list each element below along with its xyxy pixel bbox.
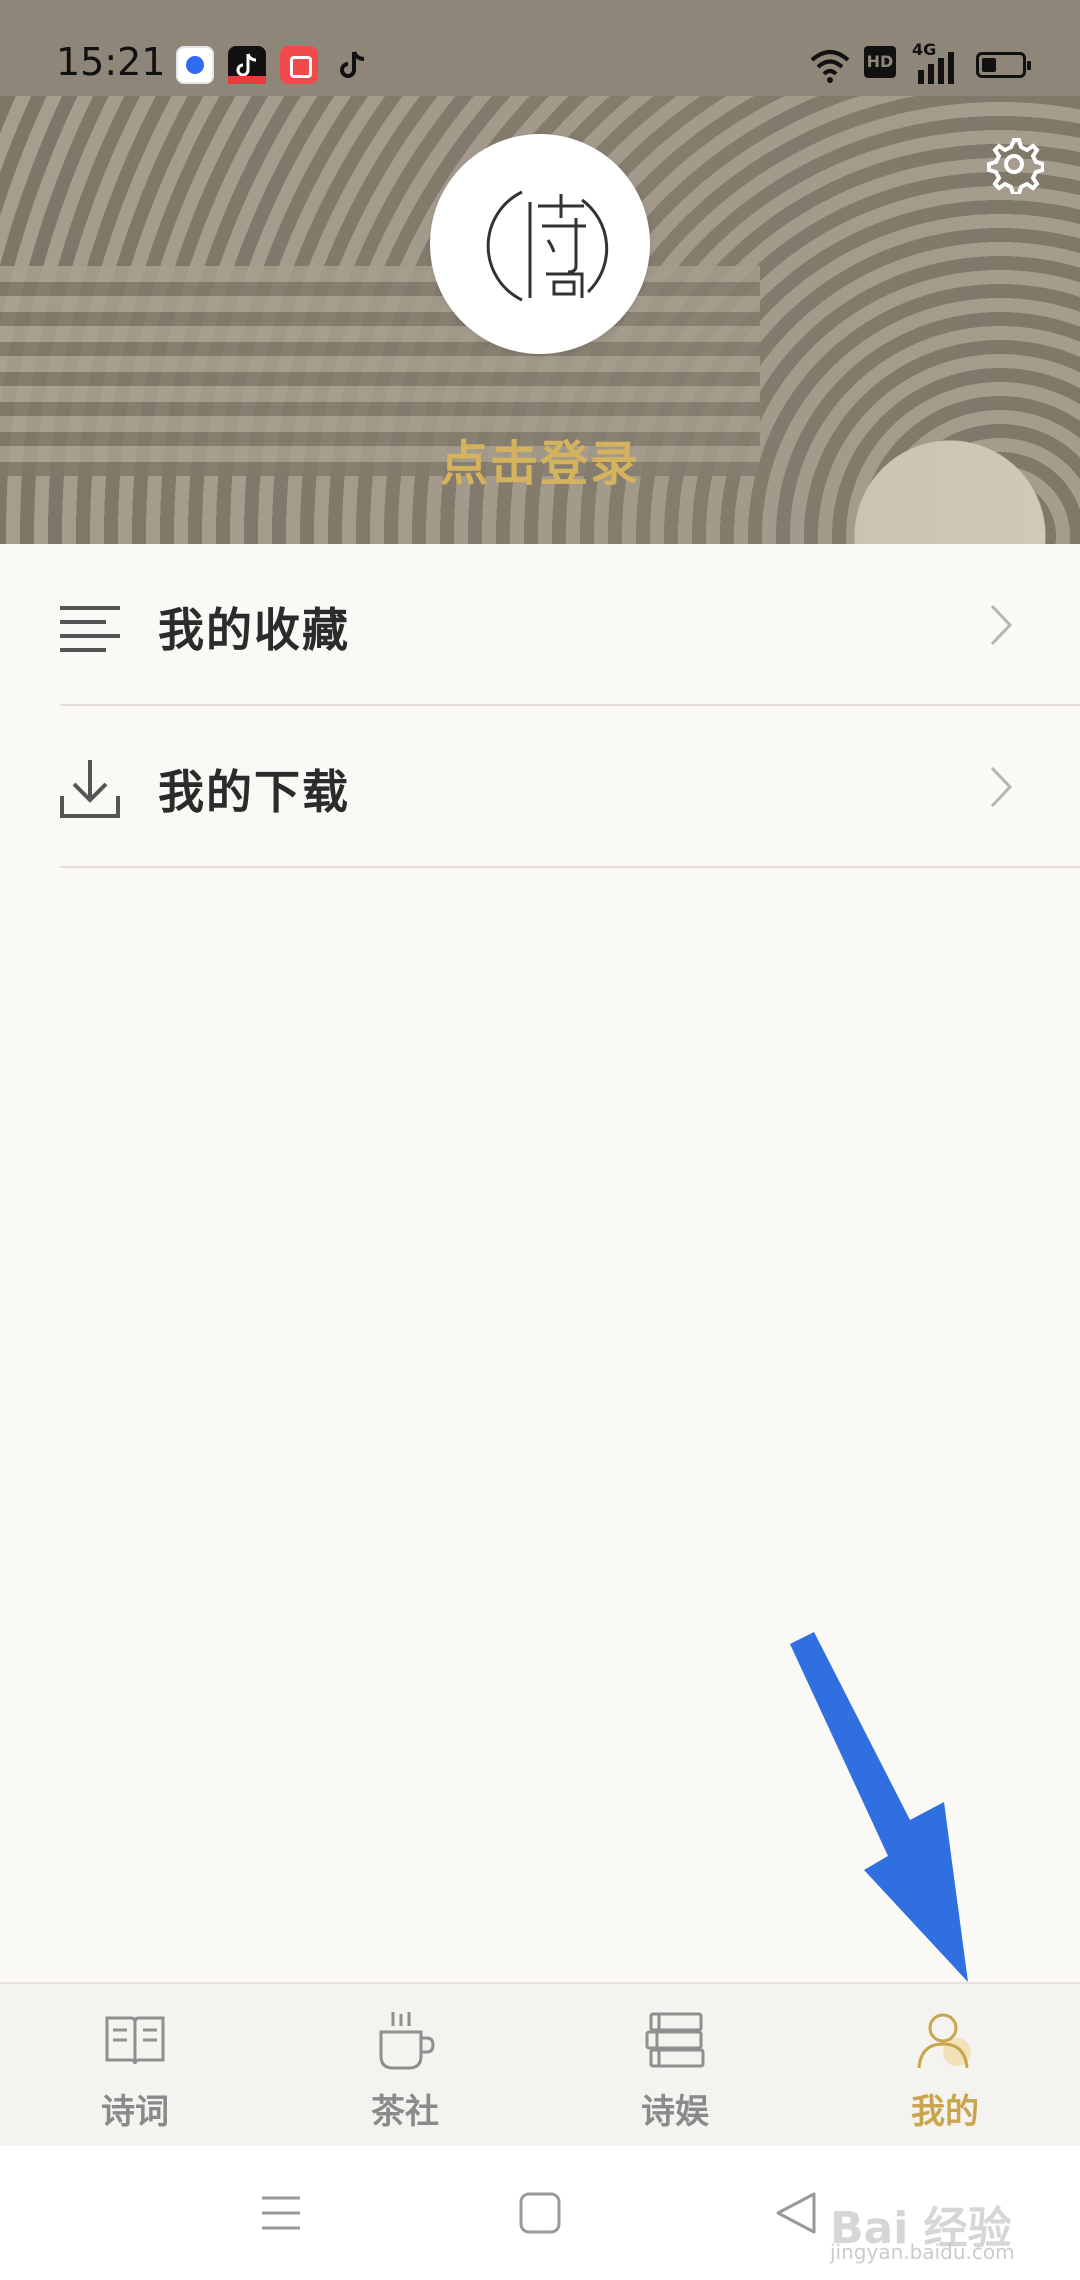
watermark-url: jingyan.baidu.com xyxy=(830,2240,1015,2264)
person-icon xyxy=(917,2013,971,2069)
wifi-icon xyxy=(810,50,850,83)
tab-poetry-fun[interactable]: 诗娱 xyxy=(540,1984,810,2148)
chevron-right-icon xyxy=(990,604,1013,646)
books-stack-icon xyxy=(645,2012,705,2068)
status-bar: 15:21 HD 4G xyxy=(0,0,1080,96)
shi-ci-logo-icon xyxy=(486,190,609,302)
list-icon xyxy=(60,606,120,652)
gear-icon[interactable] xyxy=(984,134,1045,196)
kuaishou-icon xyxy=(280,46,318,84)
tea-cup-icon xyxy=(379,2012,435,2070)
annotation-arrow xyxy=(790,1632,968,1982)
downloads-item[interactable]: 我的下载 xyxy=(0,706,1080,868)
tab-poetry-fun-label: 诗娱 xyxy=(641,2092,709,2132)
tab-tea-house-label: 茶社 xyxy=(371,2092,439,2132)
tab-tea-house[interactable]: 茶社 xyxy=(270,1984,540,2148)
tab-poetry[interactable]: 诗词 xyxy=(0,1984,270,2148)
battery-icon xyxy=(976,52,1031,78)
favorites-item[interactable]: 我的收藏 xyxy=(0,544,1080,706)
tab-poetry-label: 诗词 xyxy=(101,2092,169,2132)
tiktok-icon xyxy=(334,46,372,84)
avatar[interactable] xyxy=(430,134,650,354)
download-icon xyxy=(60,760,120,818)
downloads-label: 我的下载 xyxy=(158,765,350,819)
login-button[interactable]: 点击登录 xyxy=(0,424,1080,494)
book-icon xyxy=(105,2016,165,2065)
status-time: 15:21 xyxy=(56,40,166,84)
back-icon[interactable] xyxy=(770,2186,824,2240)
hd-icon: HD xyxy=(864,46,896,78)
bottom-tab-bar: 诗词 茶社 诗娱 我的 xyxy=(0,1982,1080,2146)
tab-mine-label: 我的 xyxy=(911,2092,979,2132)
tab-mine[interactable]: 我的 xyxy=(810,1984,1080,2148)
baidu-jingyan-watermark: Bai 经验 jingyan.baidu.com xyxy=(830,2180,1070,2270)
divider xyxy=(60,866,1080,868)
signal-4g-icon: 4G xyxy=(912,40,960,86)
douyin-lite-icon xyxy=(228,46,266,84)
chevron-right-icon xyxy=(990,766,1013,808)
home-icon[interactable] xyxy=(513,2186,567,2240)
baidu-app-icon xyxy=(176,46,214,84)
favorites-label: 我的收藏 xyxy=(158,603,350,657)
menu-icon[interactable] xyxy=(254,2186,308,2240)
